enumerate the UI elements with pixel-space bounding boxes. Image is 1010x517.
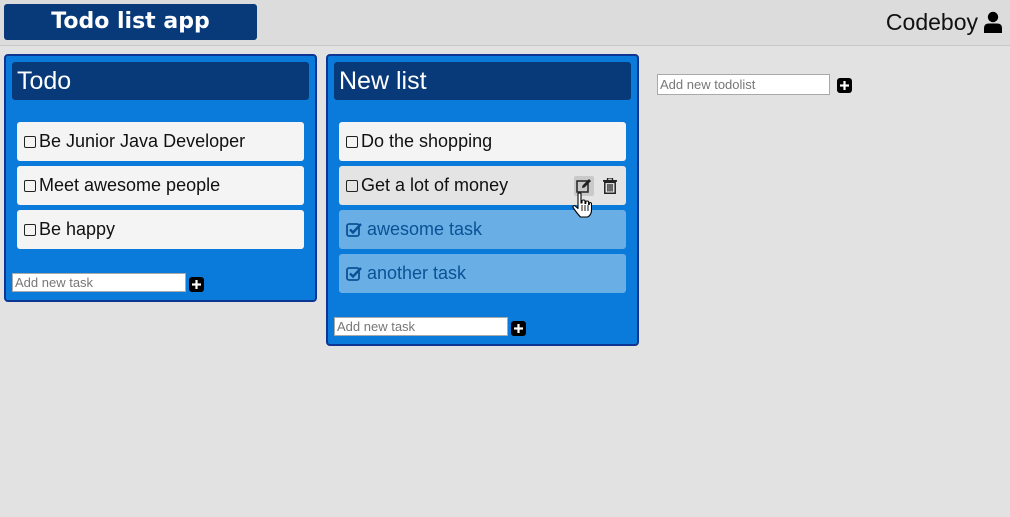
- top-bar: Todo list app Codeboy: [0, 0, 1010, 46]
- plus-icon: [514, 324, 523, 333]
- add-task-button[interactable]: [189, 277, 204, 292]
- list-title: Todo: [12, 62, 309, 100]
- username: Codeboy: [885, 8, 978, 35]
- todolist-card: Todo Be Junior Java Developer Meet aweso…: [4, 54, 317, 302]
- task-label: Be Junior Java Developer: [39, 131, 246, 151]
- user-icon: [984, 11, 1002, 33]
- plus-icon: [840, 81, 849, 90]
- task-label: another task: [367, 263, 467, 283]
- add-task-input[interactable]: [334, 317, 508, 336]
- task-item[interactable]: Be happy: [17, 210, 304, 249]
- task-item[interactable]: Do the shopping: [339, 122, 626, 161]
- task-item[interactable]: Be Junior Java Developer: [17, 122, 304, 161]
- task-label: awesome task: [367, 219, 483, 239]
- task-label: Get a lot of money: [361, 175, 509, 195]
- todolist-card: New list Do the shopping Get a lot of mo…: [326, 54, 639, 346]
- task-label: Do the shopping: [361, 131, 493, 151]
- task-checkbox[interactable]: [24, 224, 36, 236]
- add-todolist-input[interactable]: [657, 74, 830, 95]
- add-task-input[interactable]: [12, 273, 186, 292]
- task-item[interactable]: Meet awesome people: [17, 166, 304, 205]
- app-title: Todo list app: [4, 4, 257, 40]
- add-todolist-button[interactable]: [837, 78, 852, 93]
- task-label: Be happy: [39, 219, 116, 239]
- task-label: Meet awesome people: [39, 175, 221, 195]
- checkbox-checked-icon[interactable]: [346, 266, 362, 282]
- task-checkbox[interactable]: [24, 136, 36, 148]
- delete-task-button[interactable]: [602, 177, 618, 195]
- trash-icon: [603, 178, 617, 194]
- add-task-button[interactable]: [511, 321, 526, 336]
- plus-icon: [192, 280, 201, 289]
- task-checkbox[interactable]: [24, 180, 36, 192]
- list-title: New list: [334, 62, 631, 100]
- task-item[interactable]: another task: [339, 254, 626, 293]
- task-checkbox[interactable]: [346, 136, 358, 148]
- user-menu[interactable]: Codeboy: [886, 8, 1002, 36]
- hand-cursor-icon: [572, 192, 592, 218]
- task-checkbox[interactable]: [346, 180, 358, 192]
- checkbox-checked-icon[interactable]: [346, 222, 362, 238]
